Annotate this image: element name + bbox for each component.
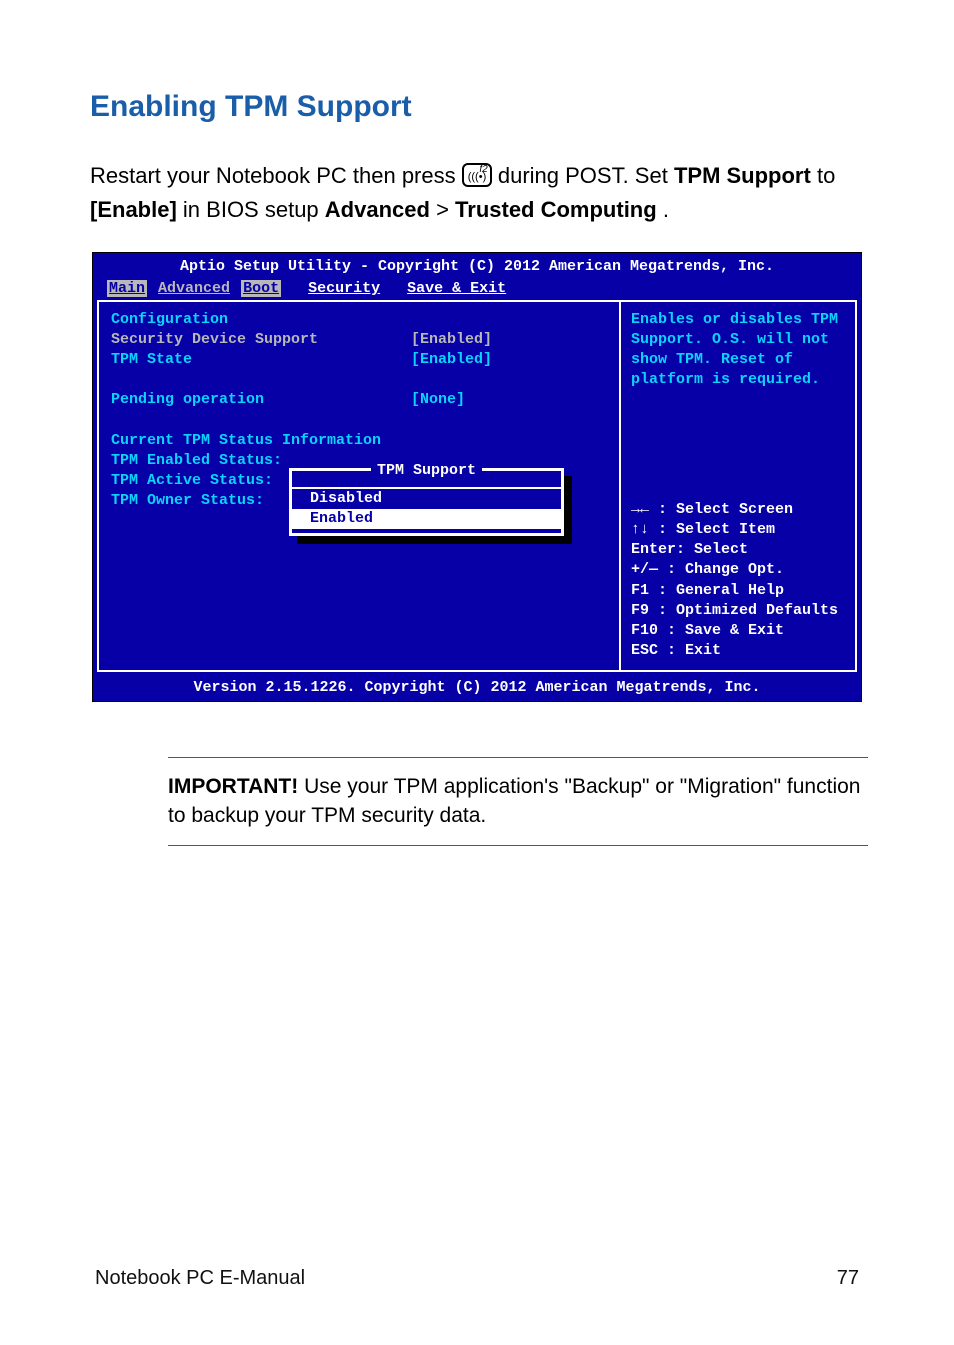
intro-text-to: to [817,163,835,188]
configuration-label: Configuration [111,310,609,330]
hint-select-screen: →← : Select Screen [631,500,849,520]
hint-change: +/— : Change Opt. [631,560,849,580]
bios-right-panel: Enables or disables TPM Support. O.S. wi… [619,300,857,672]
footer-left: Notebook PC E-Manual [95,1267,305,1290]
bios-help-text: Enables or disables TPM Support. O.S. wi… [631,310,849,500]
tab-boot[interactable]: Boot [241,280,281,297]
hint-enter: Enter: Select [631,540,849,560]
security-device-support-label: Security Device Support [111,330,411,350]
bios-screenshot: Aptio Setup Utility - Copyright (C) 2012… [92,252,862,702]
bios-key-hints: →← : Select Screen ↑↓ : Select Item Ente… [631,500,849,662]
popup-option-enabled[interactable]: Enabled [292,509,561,529]
bios-footer: Version 2.15.1226. Copyright (C) 2012 Am… [93,676,861,701]
bios-tabs: Main Advanced Boot Security Save & Exit [93,277,861,299]
intro-period: . [663,197,669,222]
intro-paragraph: Restart your Notebook PC then press (((•… [90,159,864,227]
pending-operation-label: Pending operation [111,390,411,410]
bios-header: Aptio Setup Utility - Copyright (C) 2012… [93,253,861,277]
pending-operation-row[interactable]: Pending operation [None] [111,390,609,410]
tpm-support-popup: TPM Support Disabled Enabled [289,468,564,537]
security-device-support-value: [Enabled] [411,330,492,350]
footer-page-number: 77 [837,1267,859,1290]
tpm-state-value: [Enabled] [411,350,492,370]
tpm-state-row[interactable]: TPM State [Enabled] [111,350,609,370]
f2-label: f2 [479,165,487,175]
important-label: IMPORTANT! [168,775,298,798]
pending-operation-value: [None] [411,390,465,410]
intro-gt: > [436,197,455,222]
bios-left-panel: Configuration Security Device Support [E… [97,300,619,672]
important-note: IMPORTANT! Use your TPM application's "B… [168,757,868,846]
section-heading: Enabling TPM Support [90,90,864,124]
page-footer: Notebook PC E-Manual 77 [95,1267,859,1290]
security-device-support-row[interactable]: Security Device Support [Enabled] [111,330,609,350]
tpm-support-bold: TPM Support [674,163,811,188]
hint-f10: F10 : Save & Exit [631,621,849,641]
intro-text-2: during POST. Set [498,163,674,188]
tab-main[interactable]: Main [107,280,147,297]
f2-key-icon: (((•)f2 [462,163,492,187]
trusted-bold: Trusted Computing [455,197,657,222]
current-tpm-status-heading: Current TPM Status Information [111,431,609,451]
popup-option-disabled[interactable]: Disabled [292,489,561,509]
tpm-state-label: TPM State [111,350,411,370]
tab-security[interactable]: Security [308,280,380,297]
hint-select-item: ↑↓ : Select Item [631,520,849,540]
hint-f9: F9 : Optimized Defaults [631,601,849,621]
popup-title: TPM Support [292,471,561,489]
hint-esc: ESC : Exit [631,641,849,661]
intro-text-1: Restart your Notebook PC then press [90,163,462,188]
advanced-bold: Advanced [325,197,430,222]
tab-advanced[interactable]: Advanced [147,280,241,297]
tab-save-exit[interactable]: Save & Exit [407,280,506,297]
hint-f1: F1 : General Help [631,581,849,601]
intro-text-in: in BIOS setup [183,197,325,222]
enable-bold: [Enable] [90,197,177,222]
